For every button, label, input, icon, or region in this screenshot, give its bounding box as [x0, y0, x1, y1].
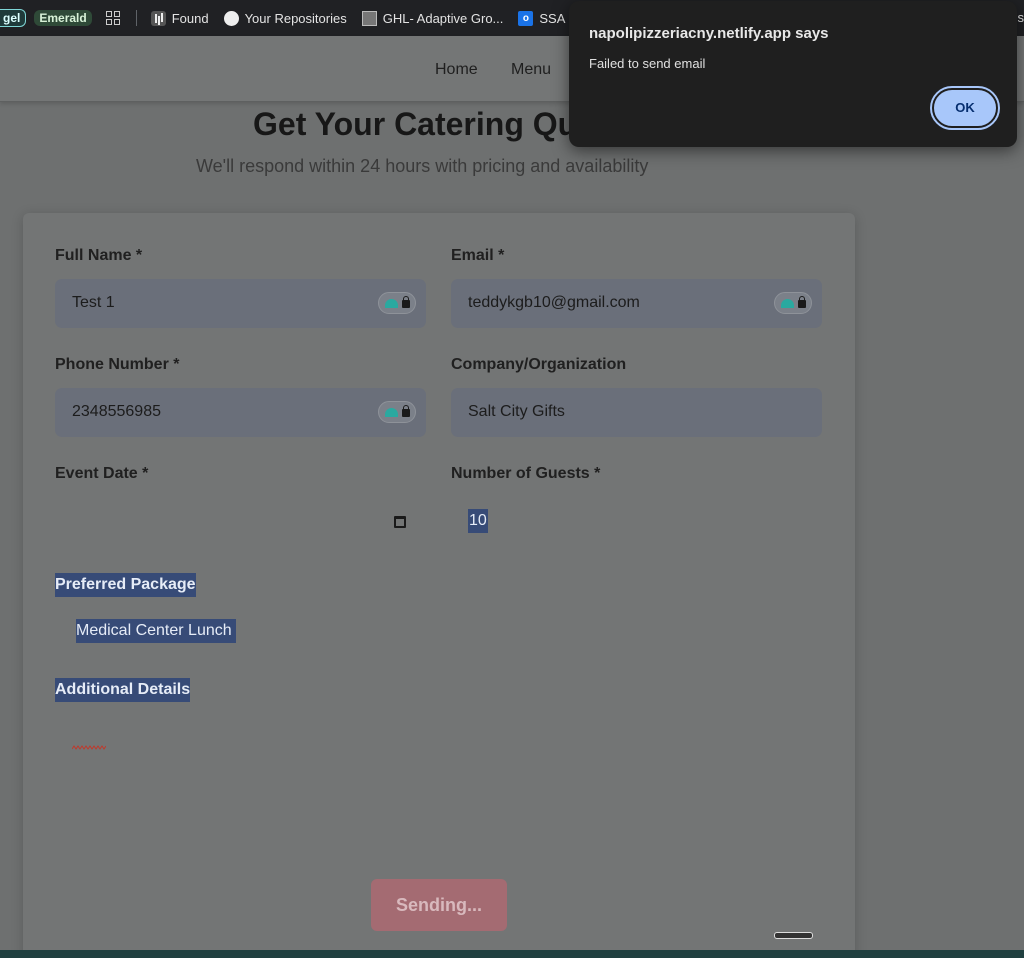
found-icon — [150, 10, 166, 26]
apps-grid-icon[interactable] — [105, 11, 120, 25]
package-select[interactable]: Medical Center Lunch — [55, 609, 822, 653]
guests-label: Number of Guests * — [451, 465, 601, 482]
bookmark-ghl[interactable]: GHL- Adaptive Gro... — [361, 10, 504, 26]
lock-icon — [401, 296, 410, 308]
company-input[interactable]: Salt City Gifts — [451, 388, 822, 437]
event-date-input[interactable] — [55, 498, 426, 547]
phone-value: 2348556985 — [72, 403, 161, 420]
email-value: teddykgb10@gmail.com — [468, 294, 640, 311]
email-label: Email * — [451, 247, 505, 264]
taskbar-strip — [0, 950, 1024, 958]
phone-input[interactable]: 2348556985 — [55, 388, 426, 437]
bookmark-label: Your Repositories — [244, 10, 347, 26]
bookmark-overflow-text: s — [1017, 10, 1024, 25]
package-value: Medical Center Lunch — [76, 619, 236, 643]
nav-home-link[interactable]: Home — [435, 61, 478, 79]
full-name-value: Test 1 — [72, 294, 115, 311]
page-title: Get Your Catering Qu — [253, 106, 578, 142]
page-content: Home Menu Get Your Catering Qu We'll res… — [0, 36, 1024, 958]
email-input[interactable]: teddykgb10@gmail.com — [451, 279, 822, 328]
spellcheck-underline — [72, 745, 106, 750]
details-label: Additional Details — [55, 678, 191, 702]
dialog-title: napolipizzeriacny.netlify.app says — [589, 25, 829, 42]
ok-button[interactable]: OK — [930, 86, 1000, 130]
bookmark-label: Found — [171, 10, 209, 26]
outlook-icon: o — [518, 10, 534, 26]
guests-value: 10 — [468, 509, 488, 533]
password-manager-icon[interactable] — [774, 292, 812, 314]
company-value: Salt City Gifts — [468, 403, 565, 420]
full-name-label: Full Name * — [55, 247, 143, 264]
company-label: Company/Organization — [451, 356, 627, 373]
package-label: Preferred Package — [55, 573, 196, 597]
submit-button[interactable]: Sending... — [371, 879, 507, 931]
lock-icon — [401, 405, 410, 417]
nav-menu-link[interactable]: Menu — [511, 61, 551, 79]
event-date-label: Event Date * — [55, 465, 149, 482]
page-subtitle: We'll respond within 24 hours with prici… — [196, 156, 649, 176]
lock-icon — [797, 296, 806, 308]
password-manager-icon[interactable] — [378, 401, 416, 423]
full-name-input[interactable]: Test 1 — [55, 279, 426, 328]
password-manager-icon[interactable] — [378, 292, 416, 314]
catering-form: Full Name * Test 1 Email * teddykgb10@gm… — [23, 213, 855, 958]
bookmark-label: GHL- Adaptive Gro... — [382, 10, 504, 26]
bookmark-chip-emerald[interactable]: Emerald — [34, 10, 92, 26]
bookmark-your-repositories[interactable]: Your Repositories — [223, 10, 347, 26]
phone-label: Phone Number * — [55, 356, 180, 373]
dialog-message: Failed to send email — [589, 56, 706, 71]
scroll-handle[interactable] — [774, 932, 813, 939]
bookmark-chip-gel[interactable]: gel — [0, 9, 27, 27]
guests-input[interactable]: 10 — [451, 498, 822, 547]
details-textarea[interactable] — [55, 713, 822, 843]
bookmark-found[interactable]: Found — [150, 10, 209, 26]
github-icon — [223, 10, 239, 26]
bookmarks-divider — [135, 10, 137, 26]
alert-dialog: napolipizzeriacny.netlify.app says Faile… — [569, 1, 1017, 147]
ghl-icon — [361, 10, 377, 26]
calendar-icon[interactable] — [394, 516, 406, 528]
